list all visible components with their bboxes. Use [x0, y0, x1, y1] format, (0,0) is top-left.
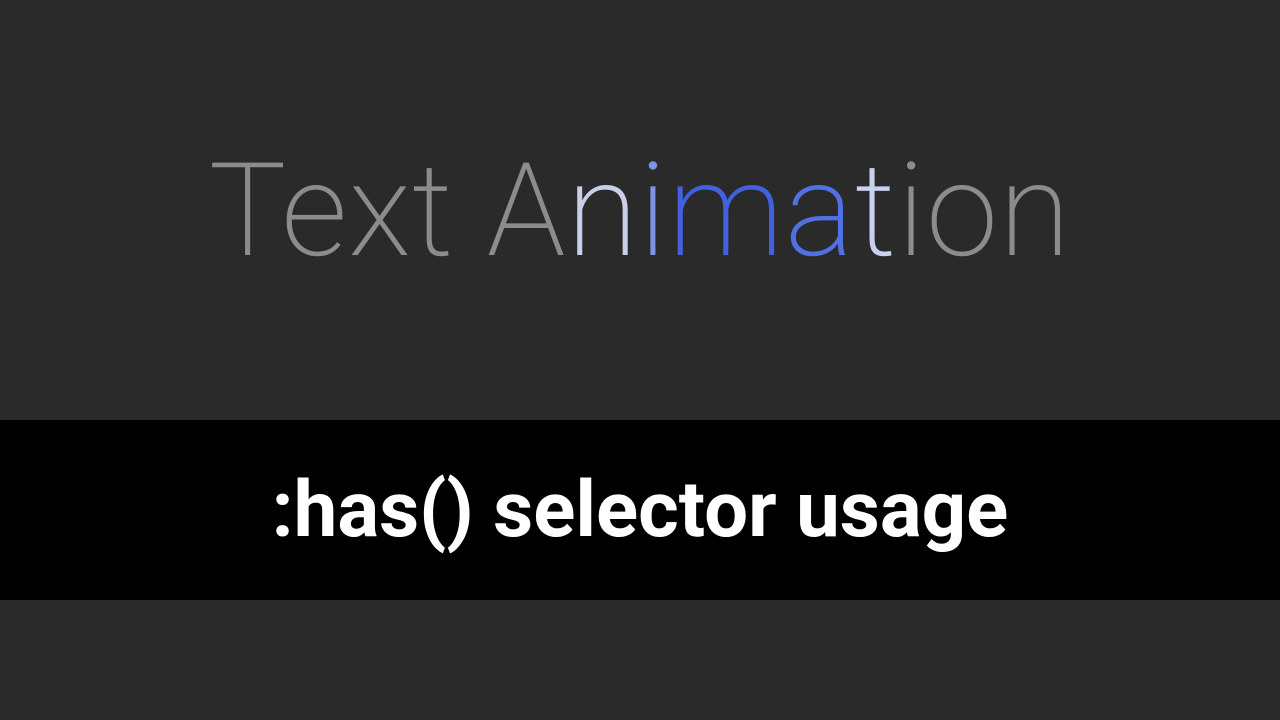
letter-0: T	[209, 134, 281, 287]
letter-13: n	[999, 134, 1071, 287]
letter-6: n	[567, 134, 639, 287]
letter-9: a	[785, 134, 855, 287]
hero-section: Text Animation	[0, 0, 1280, 420]
letter-7: i	[639, 134, 668, 287]
letter-10: t	[855, 134, 897, 287]
animated-heading: Text Animation	[209, 134, 1072, 287]
letter-4	[454, 134, 486, 287]
letter-2: x	[348, 134, 412, 287]
title-banner: :has() selector usage	[0, 420, 1280, 600]
letter-12: o	[926, 134, 999, 287]
letter-8: m	[668, 134, 785, 287]
banner-title: :has() selector usage	[272, 465, 1009, 556]
letter-3: t	[412, 134, 454, 287]
letter-1: e	[281, 134, 348, 287]
letter-11: i	[897, 134, 926, 287]
letter-5: A	[487, 134, 567, 287]
